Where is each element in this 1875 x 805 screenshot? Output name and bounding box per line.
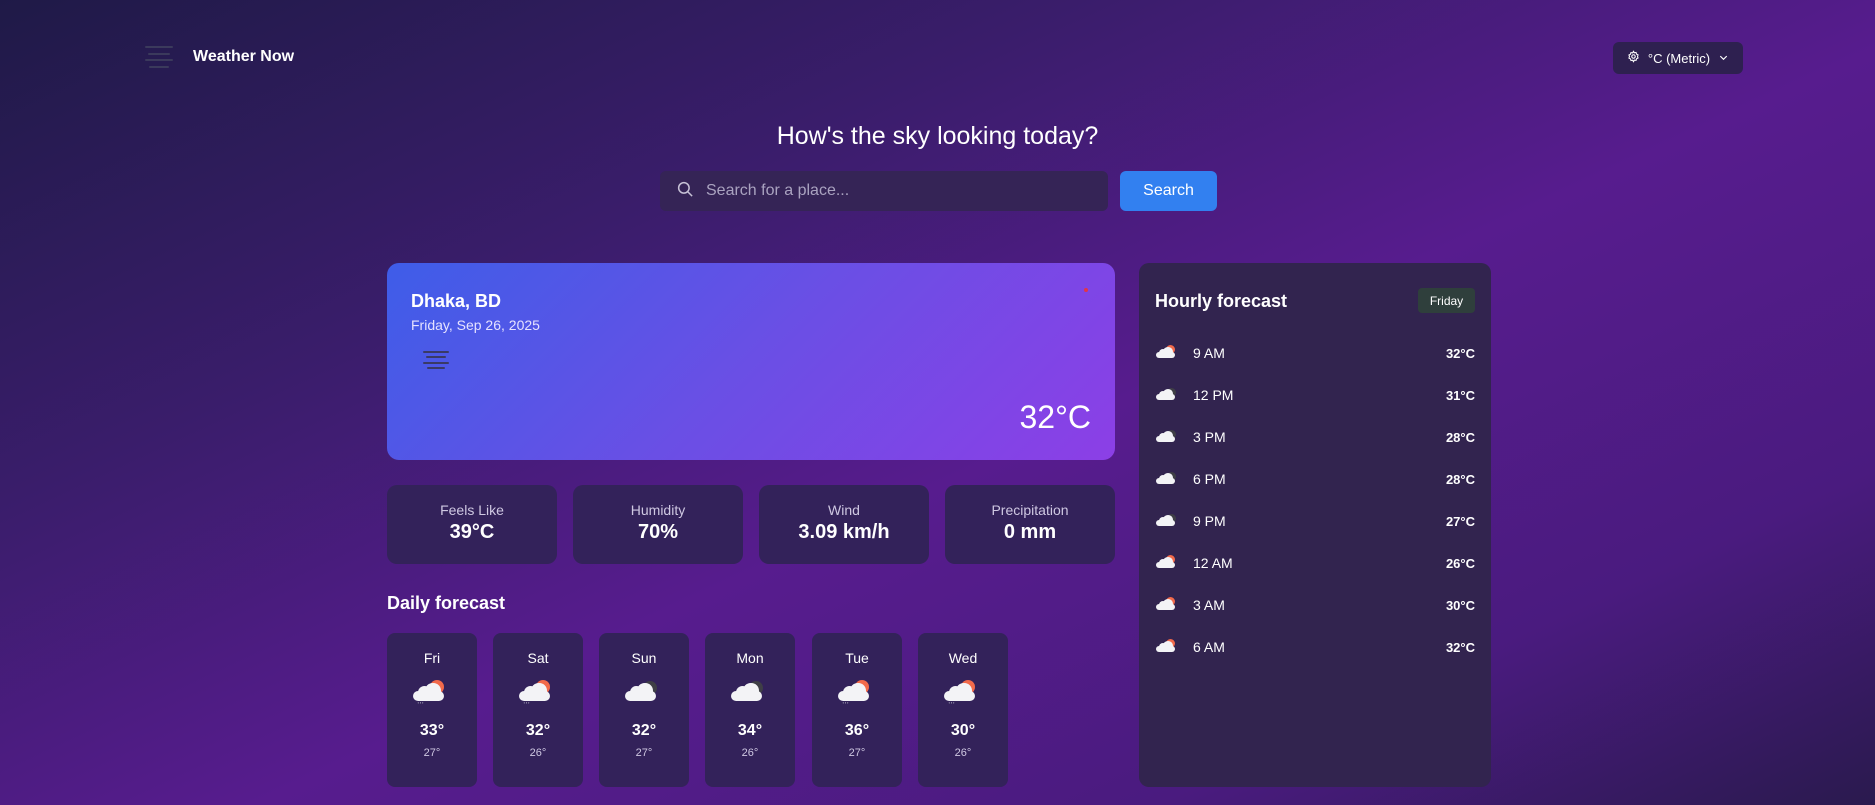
search-button[interactable]: Search (1120, 171, 1217, 211)
cloud-moon-icon (730, 680, 770, 712)
stat-label: Wind (828, 502, 860, 518)
hourly-forecast-panel: Hourly forecast Friday 9 AM 32°C 12 PM 3… (1139, 263, 1491, 787)
cloud-moon-icon (624, 680, 664, 712)
day-high-temp: 36° (844, 722, 870, 739)
stat-label: Humidity (630, 502, 686, 518)
day-name: Sun (631, 650, 657, 666)
stat-value: 70% (637, 521, 679, 543)
day-name: Tue (845, 650, 869, 666)
hourly-row: 12 PM 31°C (1155, 383, 1475, 407)
cloud-sun-icon (1155, 639, 1177, 655)
stat-precipitation: Precipitation 0 mm (945, 485, 1115, 564)
hour-time: 6 PM (1193, 471, 1226, 487)
daily-card-sun: Sun 32° 27° (599, 633, 689, 787)
search-icon (676, 180, 694, 203)
hour-temp: 27°C (1445, 513, 1475, 529)
stat-value: 3.09 km/h (798, 521, 890, 543)
hour-time: 6 AM (1193, 639, 1225, 655)
current-city: Dhaka, BD (411, 291, 502, 311)
stat-label: Feels Like (440, 502, 504, 518)
rain-sun-icon: ''' (837, 680, 877, 712)
hour-temp: 31°C (1445, 387, 1475, 403)
rain-sun-icon: ''' (943, 680, 983, 712)
current-weather-card: Dhaka, BD Friday, Sep 26, 2025 32°C (387, 263, 1115, 460)
day-name: Wed (948, 650, 978, 666)
alert-dot (1084, 288, 1088, 292)
hour-time: 3 PM (1193, 429, 1226, 445)
hero-title: How's the sky looking today? (776, 122, 1099, 150)
hourly-row: 3 AM 30°C (1155, 593, 1475, 617)
app-title: Weather Now (193, 48, 295, 65)
fog-icon (145, 46, 173, 68)
hour-time: 12 AM (1193, 555, 1233, 571)
stat-value: 0 mm (1003, 521, 1057, 543)
cloud-sun-icon (1155, 345, 1177, 361)
stat-wind: Wind 3.09 km/h (759, 485, 929, 564)
units-dropdown[interactable]: °C (Metric) (1613, 42, 1743, 74)
app-logo[interactable]: Weather Now (145, 46, 294, 68)
rain-sun-icon: ''' (412, 680, 452, 712)
stat-label: Precipitation (991, 502, 1069, 518)
day-name: Fri (423, 650, 441, 666)
hour-time: 12 PM (1193, 387, 1234, 403)
day-low-temp: 27° (635, 747, 653, 759)
fog-icon (423, 351, 449, 369)
cloud-moon-icon (1155, 387, 1177, 403)
search-box (660, 171, 1108, 211)
hourly-row: 6 AM 32°C (1155, 635, 1475, 659)
current-date: Friday, Sep 26, 2025 (411, 317, 540, 333)
day-name: Sat (527, 650, 549, 666)
hour-temp: 30°C (1445, 597, 1475, 613)
day-low-temp: 26° (529, 747, 547, 759)
day-high-temp: 32° (631, 722, 657, 739)
hour-time: 9 AM (1193, 345, 1225, 361)
daily-card-sat: Sat ''' 32° 26° (493, 633, 583, 787)
day-low-temp: 26° (954, 747, 972, 759)
hour-time: 9 PM (1193, 513, 1226, 529)
cloud-moon-icon (1155, 429, 1177, 445)
cloud-moon-icon (1155, 471, 1177, 487)
hour-temp: 28°C (1445, 429, 1475, 445)
stat-value: 39°C (449, 521, 495, 543)
chevron-down-icon (1718, 51, 1729, 66)
stat-humidity: Humidity 70% (573, 485, 743, 564)
gear-icon (1627, 50, 1640, 66)
day-high-temp: 32° (525, 722, 551, 739)
day-high-temp: 34° (737, 722, 763, 739)
stat-feels-like: Feels Like 39°C (387, 485, 557, 564)
daily-forecast-title: Daily forecast (387, 593, 506, 613)
top-bar: Weather Now °C (Metric) (0, 0, 1875, 116)
day-low-temp: 27° (848, 747, 866, 759)
cloud-sun-icon (1155, 597, 1177, 613)
hour-temp: 28°C (1445, 471, 1475, 487)
hour-time: 3 AM (1193, 597, 1225, 613)
cloud-sun-icon (1155, 555, 1177, 571)
day-name: Mon (736, 650, 764, 666)
daily-card-fri: Fri ''' 33° 27° (387, 633, 477, 787)
day-low-temp: 26° (741, 747, 759, 759)
hourly-forecast-title: Hourly forecast (1155, 291, 1288, 311)
hour-temp: 32°C (1445, 345, 1475, 361)
rain-sun-icon: ''' (518, 680, 558, 712)
hourly-row: 3 PM 28°C (1155, 425, 1475, 449)
hourly-row: 12 AM 26°C (1155, 551, 1475, 575)
hourly-row: 9 AM 32°C (1155, 341, 1475, 365)
day-low-temp: 27° (423, 747, 441, 759)
hourly-row: 9 PM 27°C (1155, 509, 1475, 533)
current-temperature: 32°C (1019, 399, 1092, 435)
daily-card-tue: Tue ''' 36° 27° (812, 633, 902, 787)
daily-card-mon: Mon 34° 26° (705, 633, 795, 787)
day-high-temp: 33° (419, 722, 445, 739)
units-label: °C (Metric) (1647, 50, 1711, 66)
hourly-row: 6 PM 28°C (1155, 467, 1475, 491)
search-input[interactable] (706, 182, 1086, 200)
hour-temp: 26°C (1445, 555, 1475, 571)
hour-temp: 32°C (1445, 639, 1475, 655)
day-high-temp: 30° (950, 722, 976, 739)
daily-card-wed: Wed ''' 30° 26° (918, 633, 1008, 787)
day-selector[interactable]: Friday (1418, 288, 1475, 313)
cloud-moon-icon (1155, 513, 1177, 529)
